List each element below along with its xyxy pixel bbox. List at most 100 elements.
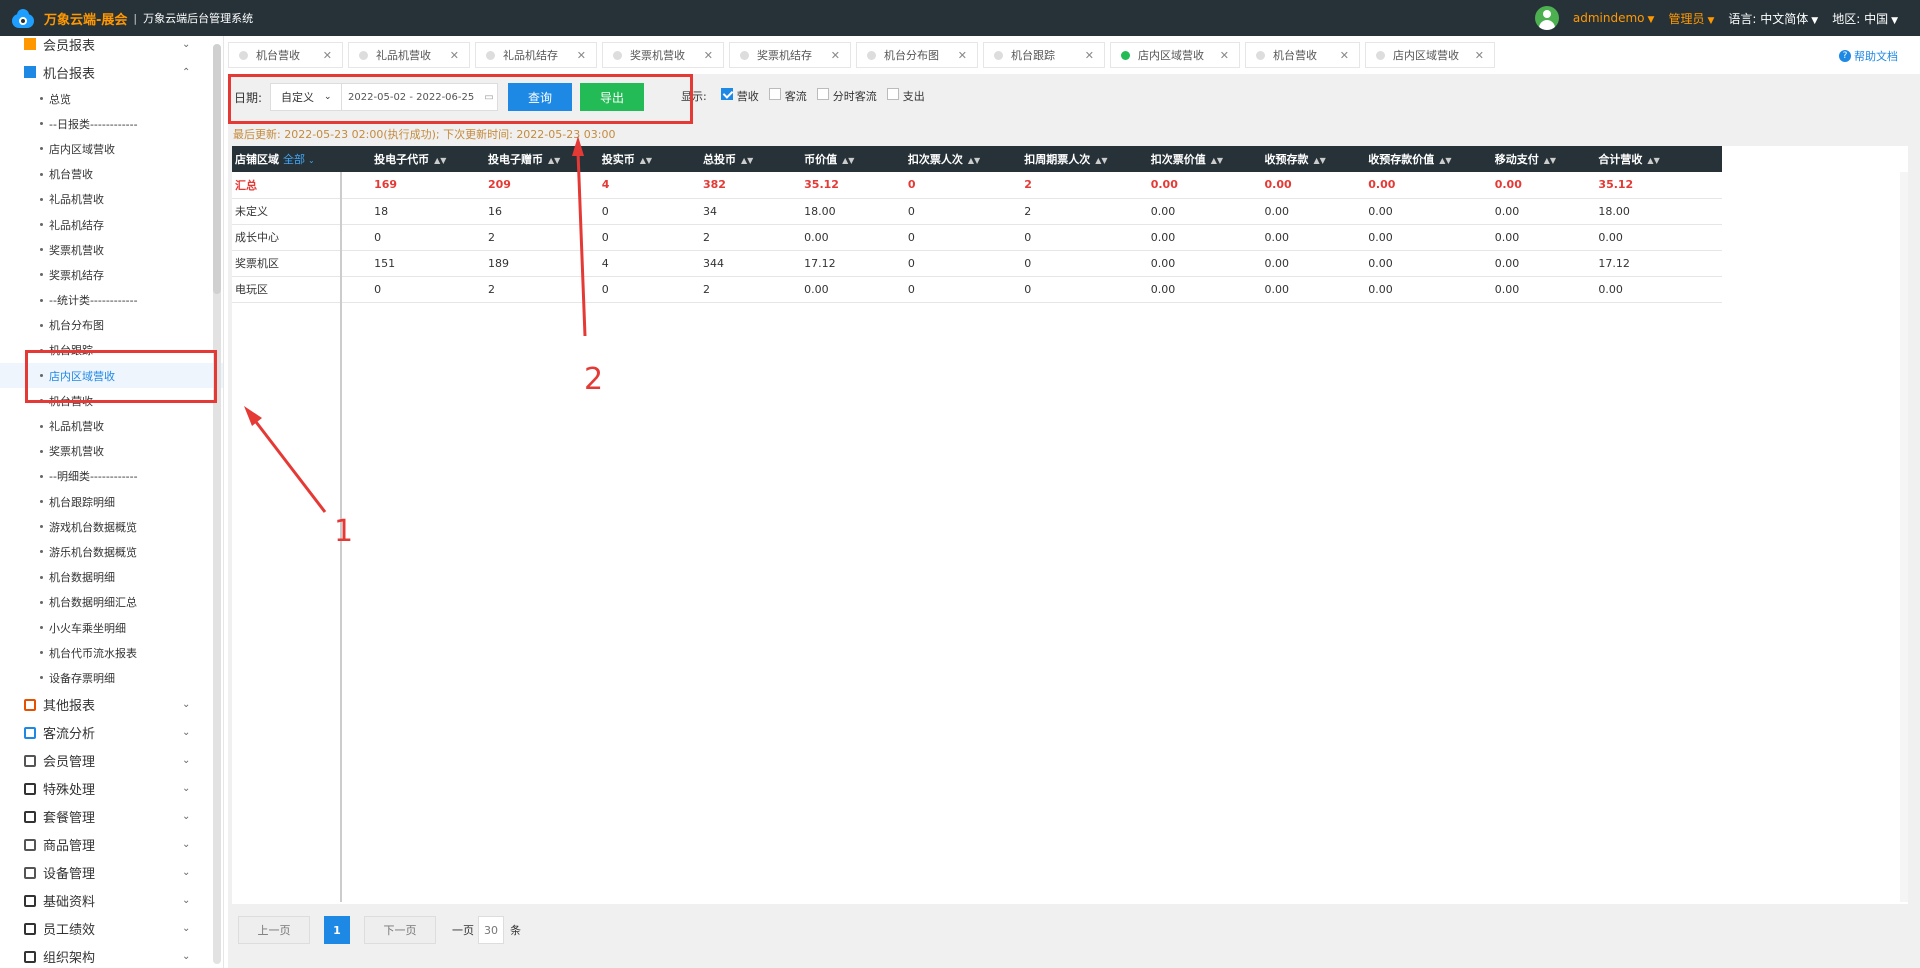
sidebar-subitem[interactable]: 礼品机营收 <box>0 187 223 212</box>
sidebar-subitem[interactable]: 游戏机台数据概览 <box>0 514 223 539</box>
display-option[interactable]: 分时客流 <box>807 88 877 103</box>
sort-icon[interactable]: ▲▼ <box>1439 156 1451 165</box>
bullet-icon <box>40 424 43 428</box>
sidebar-item-2[interactable]: 会员管理 ⌄ <box>0 747 223 775</box>
column-header[interactable]: 扣次票人次 ▲▼ <box>904 146 1022 172</box>
sidebar-item-8[interactable]: 员工绩效 ⌄ <box>0 915 223 943</box>
column-header-area[interactable]: 店铺区域 全部 ⌄ <box>232 146 372 172</box>
table-cell: 0 <box>598 276 700 303</box>
sidebar-subitem[interactable]: 总览 <box>0 86 223 111</box>
sort-icon[interactable]: ▲▼ <box>842 156 854 165</box>
sidebar-subitem[interactable]: 机台数据明细 <box>0 565 223 590</box>
role-menu[interactable]: 管理员 ▼ <box>1668 10 1714 27</box>
display-option[interactable]: 营收 <box>711 88 759 103</box>
tab-6[interactable]: 机台跟踪 ✕ <box>983 42 1105 68</box>
annotation-label-2: 2 <box>584 362 604 397</box>
sidebar-item-6[interactable]: 设备管理 ⌄ <box>0 859 223 887</box>
sidebar-item-9[interactable]: 组织架构 ⌄ <box>0 943 223 968</box>
sidebar-item-4[interactable]: 套餐管理 ⌄ <box>0 803 223 831</box>
tab-7[interactable]: 店内区域营收 ✕ <box>1110 42 1240 68</box>
column-header[interactable]: 总投币 ▲▼ <box>699 146 802 172</box>
close-icon[interactable]: ✕ <box>958 49 967 62</box>
current-page[interactable]: 1 <box>324 916 350 944</box>
sidebar-subitem[interactable]: 游乐机台数据概览 <box>0 539 223 564</box>
sidebar-subitem[interactable]: 奖票机营收 <box>0 439 223 464</box>
area-filter-dropdown[interactable]: 全部 ⌄ <box>283 153 315 166</box>
tab-8[interactable]: 机台营收 ✕ <box>1245 42 1360 68</box>
sort-icon[interactable]: ▲▼ <box>1095 156 1107 165</box>
help-link[interactable]: ? 帮助文档 <box>1839 48 1898 64</box>
display-option[interactable]: 支出 <box>877 88 925 103</box>
tab-3[interactable]: 奖票机营收 ✕ <box>602 42 724 68</box>
column-header[interactable]: 合计营收 ▲▼ <box>1595 146 1722 172</box>
column-header[interactable]: 投实币 ▲▼ <box>598 146 700 172</box>
tab-9[interactable]: 店内区域营收 ✕ <box>1365 42 1495 68</box>
column-header[interactable]: 收预存款价值 ▲▼ <box>1365 146 1492 172</box>
avatar[interactable] <box>1534 6 1559 30</box>
sidebar-subitem[interactable]: 礼品机结存 <box>0 212 223 237</box>
sidebar-subitem[interactable]: 机台代币流水报表 <box>0 640 223 665</box>
sidebar-subitem[interactable]: 奖票机结存 <box>0 262 223 287</box>
close-icon[interactable]: ✕ <box>1475 49 1484 62</box>
sidebar-subitem[interactable]: 机台数据明细汇总 <box>0 590 223 615</box>
sort-icon[interactable]: ▲▼ <box>434 156 446 165</box>
table-scrollbar[interactable] <box>1900 172 1908 902</box>
column-header[interactable]: 币价值 ▲▼ <box>801 146 905 172</box>
close-icon[interactable]: ✕ <box>831 49 840 62</box>
prev-page-button[interactable]: 上一页 <box>238 916 310 944</box>
sidebar-item-7[interactable]: 基础资料 ⌄ <box>0 887 223 915</box>
sidebar-subitem[interactable]: 设备存票明细 <box>0 665 223 690</box>
close-icon[interactable]: ✕ <box>577 49 586 62</box>
sort-icon[interactable]: ▲▼ <box>1211 156 1223 165</box>
sort-icon[interactable]: ▲▼ <box>741 156 753 165</box>
close-icon[interactable]: ✕ <box>704 49 713 62</box>
language-selector[interactable]: 语言: 中文简体 ▼ <box>1728 10 1818 27</box>
sidebar-subitem[interactable]: 机台营收 <box>0 162 223 187</box>
per-page-input[interactable]: 30 <box>478 916 504 944</box>
column-header[interactable]: 扣次票价值 ▲▼ <box>1147 146 1262 172</box>
sort-icon[interactable]: ▲▼ <box>968 156 980 165</box>
checkbox[interactable] <box>886 88 899 100</box>
region-selector[interactable]: 地区: 中国 ▼ <box>1832 10 1898 27</box>
tab-5[interactable]: 机台分布图 ✕ <box>856 42 978 68</box>
close-icon[interactable]: ✕ <box>1085 49 1094 62</box>
sort-icon[interactable]: ▲▼ <box>1314 156 1326 165</box>
sidebar-item-1[interactable]: 客流分析 ⌄ <box>0 719 223 747</box>
sidebar-subitem[interactable]: 小火车乘坐明细 <box>0 615 223 640</box>
sidebar-item-5[interactable]: 商品管理 ⌄ <box>0 831 223 859</box>
checkbox[interactable] <box>816 88 829 100</box>
sort-icon[interactable]: ▲▼ <box>1544 156 1556 165</box>
sidebar-subitem[interactable]: 礼品机营收 <box>0 413 223 438</box>
column-header[interactable]: 投电子代币 ▲▼ <box>371 146 485 172</box>
tab-0[interactable]: 机台营收 ✕ <box>228 42 343 68</box>
sidebar-item-member-report[interactable]: 会员报表 ⌄ <box>0 36 223 58</box>
sort-icon[interactable]: ▲▼ <box>1647 156 1659 165</box>
sidebar-subitem[interactable]: 奖票机营收 <box>0 237 223 262</box>
checkbox[interactable] <box>768 88 781 100</box>
display-option[interactable]: 客流 <box>759 88 807 103</box>
tab-1[interactable]: 礼品机营收 ✕ <box>348 42 470 68</box>
sidebar-subitem[interactable]: 店内区域营收 <box>0 136 223 161</box>
column-header[interactable]: 扣周期票人次 ▲▼ <box>1021 146 1148 172</box>
checkbox[interactable] <box>720 88 733 100</box>
sort-icon[interactable]: ▲▼ <box>640 156 652 165</box>
column-header[interactable]: 投电子赠币 ▲▼ <box>484 146 599 172</box>
tab-2[interactable]: 礼品机结存 ✕ <box>475 42 597 68</box>
tab-4[interactable]: 奖票机结存 ✕ <box>729 42 851 68</box>
sidebar-item-3[interactable]: 特殊处理 ⌄ <box>0 775 223 803</box>
close-icon[interactable]: ✕ <box>1220 49 1229 62</box>
close-icon[interactable]: ✕ <box>450 49 459 62</box>
column-header[interactable]: 收预存款 ▲▼ <box>1261 146 1366 172</box>
close-icon[interactable]: ✕ <box>1340 49 1349 62</box>
table-cell: 0 <box>598 224 700 251</box>
sort-icon[interactable]: ▲▼ <box>548 156 560 165</box>
sidebar-item-0[interactable]: 其他报表 ⌄ <box>0 691 223 719</box>
column-header[interactable]: 移动支付 ▲▼ <box>1491 146 1596 172</box>
sidebar-item-machine-report[interactable]: 机台报表 ⌃ <box>0 58 223 86</box>
next-page-button[interactable]: 下一页 <box>364 916 436 944</box>
sidebar-subitem[interactable]: 机台跟踪明细 <box>0 489 223 514</box>
sidebar-subitem[interactable]: 机台分布图 <box>0 313 223 338</box>
user-menu[interactable]: admindemo ▼ <box>1573 11 1655 25</box>
table-row: 电玩区 0 2 0 2 0.00 0 0 0.00 0.00 0.00 0.00 0.00 <box>232 276 1722 303</box>
close-icon[interactable]: ✕ <box>323 49 332 62</box>
